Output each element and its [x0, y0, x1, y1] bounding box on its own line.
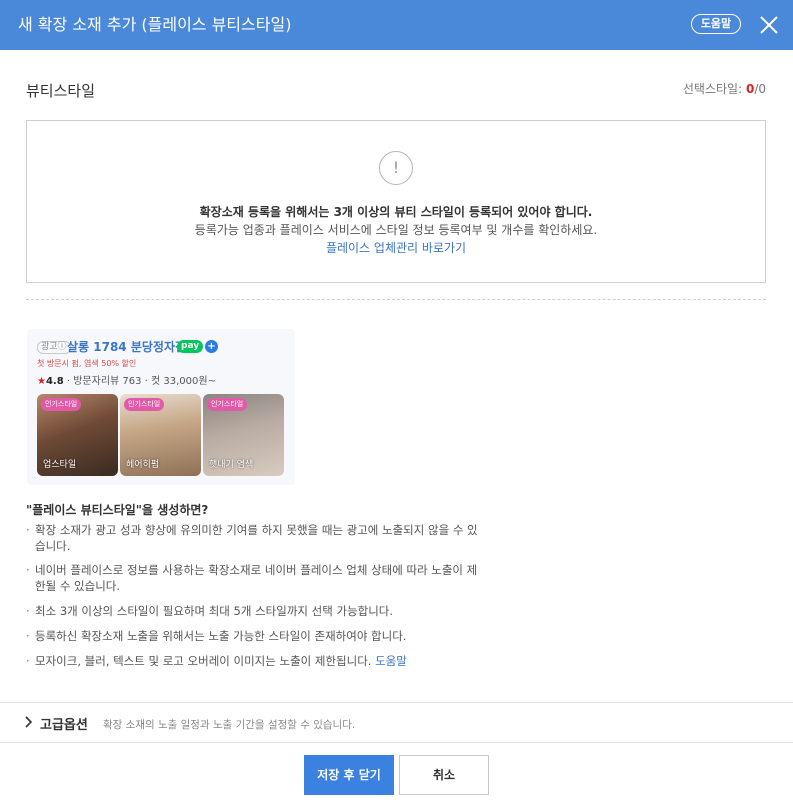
- style-thumbnail-2: 인기스타일 헤어히펌: [120, 394, 201, 476]
- guide-item: 확장 소재가 광고 성과 향상에 유의미한 기여를 하지 못했을 때는 광고에 …: [26, 522, 486, 554]
- guide-item-text: 모자이크, 블러, 텍스트 및 로고 오버레이 이미지는 노출이 제한됩니다.: [35, 654, 376, 668]
- star-icon: ★: [37, 376, 46, 387]
- guide-item: 등록하신 확장소재 노출을 위해서는 노출 가능한 스타일이 존재하여야 합니다…: [26, 628, 486, 644]
- cancel-button[interactable]: 취소: [399, 755, 489, 795]
- rating-row: ★4.8 · 방문자리뷰 763 · 컷 33,000원~: [37, 372, 216, 387]
- chevron-right-icon: [25, 716, 33, 728]
- select-count-label: 선택스타일:: [682, 82, 746, 96]
- style-caption: 햇내기 염색: [209, 460, 254, 470]
- style-thumbnail-3: 인기스타일 햇내기 염색: [203, 394, 284, 476]
- guide-title: "플레이스 뷰티스타일"을 생성하면?: [26, 503, 209, 517]
- selected-style-count: 선택스타일: 0/0: [683, 80, 766, 97]
- style-caption: 헤어히펌: [126, 460, 160, 470]
- add-extension-dialog: 새 확장 소재 추가 (플레이스 뷰티스타일) 도움말 뷰티스타일 선택스타일:…: [0, 0, 793, 806]
- guide-help-link[interactable]: 도움말: [375, 654, 407, 668]
- ad-badge: 광고ⓘ: [37, 341, 71, 354]
- style-tag: 인기스타일: [124, 398, 165, 411]
- total-number: 0: [758, 82, 766, 96]
- rating-score: 4.8: [45, 376, 64, 387]
- guide-item-last: 모자이크, 블러, 텍스트 및 로고 오버레이 이미지는 노출이 제한됩니다. …: [26, 653, 486, 669]
- close-icon[interactable]: [758, 14, 780, 36]
- save-and-close-button[interactable]: 저장 후 닫기: [304, 755, 394, 795]
- ad-preview-card: 광고ⓘ 살롱 1784 분당정자점 pay + 첫 방문시 펌, 염색 50% …: [27, 329, 295, 485]
- pay-plus-icon: +: [205, 340, 218, 353]
- promo-text: 첫 방문시 펌, 염색 50% 할인: [37, 359, 137, 368]
- section-title: 뷰티스타일: [26, 82, 96, 100]
- guide-list: 확장 소재가 광고 성과 향상에 유의미한 기여를 하지 못했을 때는 광고에 …: [26, 522, 486, 669]
- advanced-options-toggle[interactable]: 고급옵션 확장 소재의 노출 일정과 노출 기간을 설정할 수 있습니다.: [0, 702, 793, 743]
- help-button[interactable]: 도움말: [691, 14, 741, 34]
- dialog-header: 새 확장 소재 추가 (플레이스 뷰티스타일) 도움말: [0, 0, 793, 50]
- advanced-options-description: 확장 소재의 노출 일정과 노출 기간을 설정할 수 있습니다.: [103, 719, 356, 731]
- npay-badge: pay: [177, 340, 204, 353]
- shop-name: 살롱 1784 분당정자점: [67, 340, 187, 354]
- advanced-options-label: 고급옵션: [40, 718, 88, 733]
- review-meta: · 방문자리뷰 763 · 컷 33,000원~: [63, 376, 216, 387]
- guide-item: 네이버 플레이스로 정보를 사용하는 확장소재로 네이버 플레이스 업체 상태에…: [26, 562, 486, 594]
- notice-secondary-text: 등록가능 업종과 플레이스 서비스에 스타일 정보 등록여부 및 개수를 확인하…: [194, 223, 598, 237]
- empty-style-notice: ! 확장소재 등록을 위해서는 3개 이상의 뷰티 스타일이 등록되어 있어야 …: [26, 120, 766, 283]
- style-tag: 인기스타일: [41, 398, 82, 411]
- place-management-link[interactable]: 플레이스 업체관리 바로가기: [27, 239, 765, 256]
- dashed-divider: [26, 299, 766, 300]
- guide-item: 최소 3개 이상의 스타일이 필요하며 최대 5개 스타일까지 선택 가능합니다…: [26, 603, 486, 619]
- notice-primary-text: 확장소재 등록을 위해서는 3개 이상의 뷰티 스타일이 등록되어 있어야 합니…: [199, 205, 593, 219]
- style-tag: 인기스타일: [207, 398, 248, 411]
- dialog-title: 새 확장 소재 추가 (플레이스 뷰티스타일): [18, 15, 292, 34]
- exclamation-icon: !: [379, 151, 413, 185]
- style-caption: 업스타일: [43, 460, 77, 470]
- style-thumbnail-1: 인기스타일 업스타일: [37, 394, 118, 476]
